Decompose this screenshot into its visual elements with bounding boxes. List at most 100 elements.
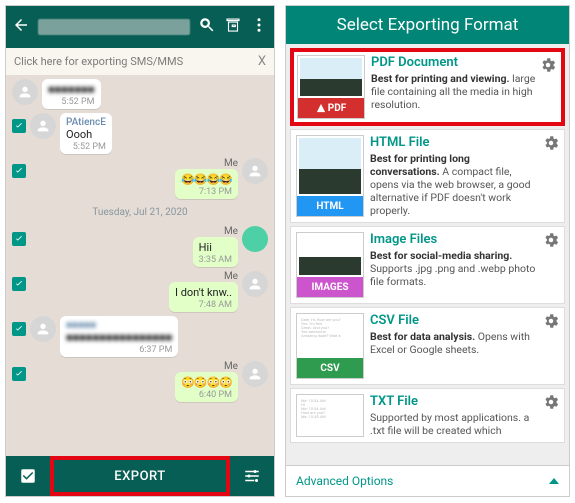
format-body: Image Files Best for social-media sharin… xyxy=(370,232,559,298)
message-time: 6:37 PM xyxy=(66,345,172,355)
format-rest: Supports .jpg .png and .webp photo file … xyxy=(370,262,535,288)
message-bubble: 😳😳😳😳 6:40 PM xyxy=(175,372,238,402)
message-time: 5:52 PM xyxy=(66,142,106,152)
format-rest: Supported by most applications. a .txt f… xyxy=(370,411,529,437)
avatar xyxy=(242,361,268,387)
message-row[interactable]: ■■■■■ ■■■■■■■■■■■■■■■■ 6:37 PM xyxy=(12,316,268,357)
message-body: 😳😳😳😳 xyxy=(181,376,232,389)
format-list: PDF PDF Document Best for printing and v… xyxy=(286,44,569,465)
format-header: Select Exporting Format xyxy=(286,6,569,44)
gear-icon[interactable] xyxy=(542,134,560,152)
gear-icon[interactable] xyxy=(542,312,560,330)
close-icon[interactable]: X xyxy=(258,54,266,69)
format-item-csv[interactable]: Date, Hi, How are you?Yes. I'm fineGreat… xyxy=(290,307,565,385)
message-time: 3:35 AM xyxy=(199,255,232,265)
select-checkbox[interactable] xyxy=(12,277,26,291)
message-body: 😂😂😂😂 xyxy=(181,173,232,186)
message-sender-blurred: ■■■■■ xyxy=(66,320,172,331)
settings-icon[interactable] xyxy=(230,456,274,496)
format-item-images[interactable]: IMAGES Image Files Best for social-media… xyxy=(290,226,565,304)
export-button[interactable]: EXPORT xyxy=(50,456,230,496)
select-all-icon[interactable] xyxy=(6,456,50,496)
format-title: CSV File xyxy=(370,313,539,328)
message-bubble: ■■■■■■■ 5:52 PM xyxy=(42,79,101,109)
format-item-html[interactable]: HTML HTML File Best for printing long co… xyxy=(290,129,565,223)
advanced-label: Advanced Options xyxy=(296,474,393,488)
message-time: 6:40 PM xyxy=(181,390,232,400)
message-time: 7:48 AM xyxy=(175,300,232,310)
search-icon[interactable] xyxy=(198,16,216,38)
me-label: Me xyxy=(193,226,238,237)
advanced-options[interactable]: Advanced Options xyxy=(286,465,569,496)
message-row[interactable]: Me Hii 3:35 AM xyxy=(12,226,268,267)
me-label: Me xyxy=(175,361,238,372)
format-strong: Best for social-media sharing. xyxy=(370,249,512,262)
bottom-toolbar: EXPORT xyxy=(6,456,274,496)
format-body: TXT File Supported by most applications.… xyxy=(370,394,559,437)
thumb-html: HTML xyxy=(296,135,364,217)
message-time: 5:52 PM xyxy=(48,97,95,107)
message-body: Oooh xyxy=(66,128,106,141)
select-checkbox[interactable] xyxy=(12,232,26,246)
thumb-csv: Date, Hi, How are you?Yes. I'm fineGreat… xyxy=(296,313,364,379)
format-title: TXT File xyxy=(370,394,539,409)
avatar xyxy=(242,158,268,184)
message-row[interactable]: Me 😳😳😳😳 6:40 PM xyxy=(12,361,268,402)
format-body: PDF Document Best for printing and viewi… xyxy=(371,55,558,119)
gear-icon[interactable] xyxy=(539,56,557,74)
message-bubble: 😂😂😂😂 7:13 PM xyxy=(175,169,238,199)
avatar xyxy=(242,271,268,297)
avatar xyxy=(242,226,268,252)
export-banner[interactable]: Click here for exporting SMS/MMS X xyxy=(6,48,274,75)
message-row[interactable]: PAtiencE Oooh 5:52 PM xyxy=(12,113,268,154)
message-time: 7:13 PM xyxy=(181,187,232,197)
gear-icon[interactable] xyxy=(542,231,560,249)
tag-label: PDF xyxy=(328,103,346,114)
chevron-up-icon xyxy=(549,478,559,484)
message-row[interactable]: Me 😂😂😂😂 7:13 PM xyxy=(12,158,268,199)
select-checkbox[interactable] xyxy=(12,119,26,133)
format-title: HTML File xyxy=(370,135,539,150)
thumb-txt: Me: 10:34 AMHiMe: 10:34 AMHow are you?Me… xyxy=(296,394,364,437)
chat-screen: Click here for exporting SMS/MMS X ■■■■■… xyxy=(5,5,275,497)
back-icon[interactable] xyxy=(12,16,30,38)
tag-label: HTML xyxy=(316,201,343,212)
select-checkbox[interactable] xyxy=(12,367,26,381)
archive-icon[interactable] xyxy=(224,16,242,38)
tag-label: IMAGES xyxy=(312,282,349,293)
message-bubble: I don't knw.. 7:48 AM xyxy=(169,282,238,312)
avatar xyxy=(30,316,56,342)
chat-body: ■■■■■■■ 5:52 PM PAtiencE Oooh 5:52 PM Me… xyxy=(6,75,274,456)
format-item-txt[interactable]: Me: 10:34 AMHiMe: 10:34 AMHow are you?Me… xyxy=(290,388,565,443)
tag-label: CSV xyxy=(320,363,339,374)
avatar xyxy=(12,79,38,105)
format-screen: Select Exporting Format PDF PDF Document… xyxy=(285,5,570,497)
format-item-pdf[interactable]: PDF PDF Document Best for printing and v… xyxy=(290,48,565,126)
thumb-pdf: PDF xyxy=(297,55,365,119)
chat-header xyxy=(6,6,274,48)
format-body: CSV File Best for data analysis. Opens w… xyxy=(370,313,559,379)
message-bubble: ■■■■■ ■■■■■■■■■■■■■■■■ 6:37 PM xyxy=(60,316,178,357)
message-row[interactable]: Me I don't knw.. 7:48 AM xyxy=(12,271,268,312)
message-bubble: Hii 3:35 AM xyxy=(193,237,238,267)
message-bubble: PAtiencE Oooh 5:52 PM xyxy=(60,113,112,154)
message-body-blurred: ■■■■■■■ xyxy=(48,83,95,96)
format-body: HTML File Best for printing long convers… xyxy=(370,135,559,217)
me-label: Me xyxy=(169,271,238,282)
message-body-blurred: ■■■■■■■■■■■■■■■■ xyxy=(66,331,172,344)
message-sender: PAtiencE xyxy=(66,117,106,128)
message-body: I don't knw.. xyxy=(175,286,232,299)
chat-title-blurred xyxy=(38,19,190,35)
format-strong: Best for printing and viewing. xyxy=(371,72,510,85)
gear-icon[interactable] xyxy=(542,393,560,411)
select-checkbox[interactable] xyxy=(12,164,26,178)
format-title: Image Files xyxy=(370,232,539,247)
more-icon[interactable] xyxy=(250,16,268,38)
me-label: Me xyxy=(175,158,238,169)
thumb-images: IMAGES xyxy=(296,232,364,298)
format-strong: Best for data analysis. xyxy=(370,330,475,343)
message-row[interactable]: ■■■■■■■ 5:52 PM xyxy=(12,79,268,109)
message-body: Hii xyxy=(199,241,232,254)
select-checkbox[interactable] xyxy=(12,322,26,336)
date-separator: Tuesday, Jul 21, 2020 xyxy=(12,203,268,222)
